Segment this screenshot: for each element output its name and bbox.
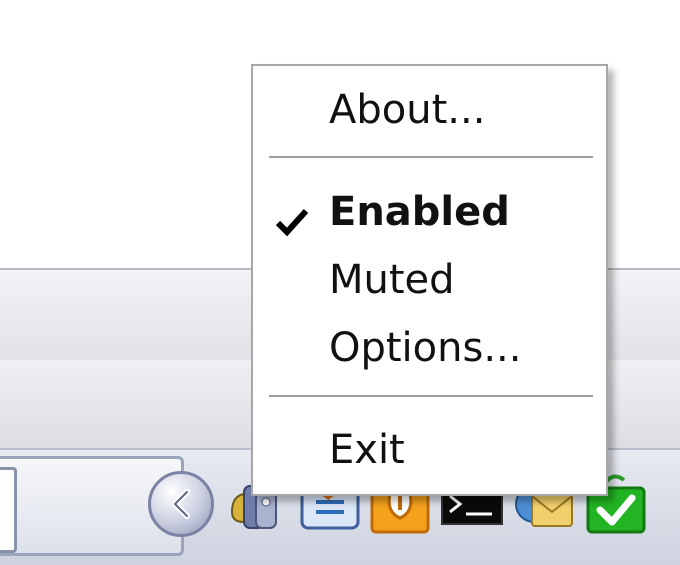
checkmark-icon [275, 196, 309, 256]
menu-item-label: Options... [329, 325, 522, 371]
menu-item-options[interactable]: Options... [253, 318, 606, 378]
desktop: About... Enabled Muted Options... Exit [0, 0, 680, 565]
menu-separator [269, 156, 593, 160]
menu-separator [269, 395, 593, 399]
menu-item-exit[interactable]: Exit [253, 420, 606, 480]
menu-item-label: Muted [329, 257, 455, 303]
menu-item-label: Enabled [329, 189, 510, 235]
menu-item-about[interactable]: About... [253, 80, 606, 140]
menu-item-enabled[interactable]: Enabled [253, 182, 606, 242]
menu-item-label: About... [329, 87, 486, 133]
taskbar-window-button-edge [0, 467, 17, 553]
menu-item-label: Exit [329, 427, 405, 473]
menu-item-muted[interactable]: Muted [253, 250, 606, 310]
tray-context-menu: About... Enabled Muted Options... Exit [251, 64, 608, 496]
show-hidden-icons-chevron-icon[interactable] [148, 471, 214, 537]
